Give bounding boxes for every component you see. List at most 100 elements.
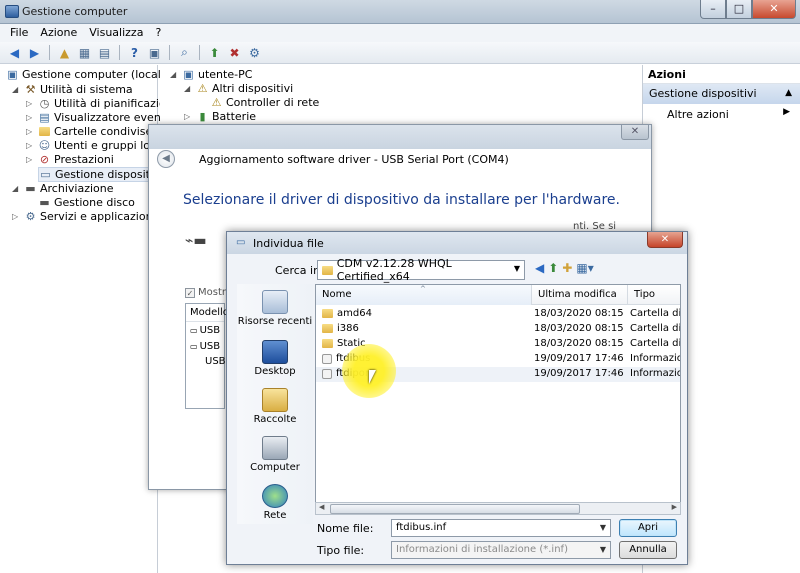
view-icon[interactable]: ▣ [146, 45, 163, 61]
expand-arrow-icon[interactable]: ▷ [26, 127, 35, 136]
console-tree-icon[interactable]: ▦ [76, 45, 93, 61]
dropdown-arrow-icon[interactable]: ▼ [600, 545, 606, 554]
place-libraries[interactable]: Raccolte [237, 388, 313, 425]
disable-icon[interactable]: ⚙ [246, 45, 263, 61]
place-recent[interactable]: Risorse recenti [237, 290, 313, 327]
list-item[interactable]: USB [186, 354, 226, 369]
dropdown-arrow-icon[interactable]: ▼ [514, 264, 520, 273]
battery-icon: ▮ [199, 110, 206, 123]
column-date[interactable]: Ultima modifica [532, 285, 628, 305]
filename-label: Nome file: [317, 522, 374, 535]
menu-help[interactable]: ? [149, 24, 167, 42]
checkbox-checked-icon[interactable]: ✓ [185, 287, 195, 298]
expand-arrow-icon[interactable]: ▷ [26, 113, 35, 122]
expand-arrow-icon[interactable]: ▷ [184, 112, 193, 121]
look-in-dropdown[interactable]: CDM v2.12.28 WHQL Certified_x64 ▼ [317, 257, 525, 283]
scan-hardware-icon[interactable]: ⌕ [176, 45, 193, 61]
uninstall-icon[interactable]: ✖ [226, 45, 243, 61]
help-icon[interactable]: ? [126, 45, 143, 61]
horizontal-scrollbar[interactable]: ◀ ▶ [315, 502, 681, 515]
tree-item-shared-folders[interactable]: ▷ Cartelle condivise [26, 125, 152, 138]
expand-arrow-icon[interactable]: ▷ [12, 212, 21, 221]
file-dialog-close-button[interactable]: ✕ [647, 232, 683, 248]
computer-icon: ▣ [183, 68, 194, 81]
tree-item-scheduler[interactable]: ▷ ◷ Utilità di pianificazione [26, 97, 179, 110]
column-type[interactable]: Tipo [628, 285, 680, 305]
list-item[interactable]: ▭ USB [186, 338, 224, 354]
filetype-label: Tipo file: [317, 544, 365, 557]
tree-item-performance[interactable]: ▷ ⊘ Prestazioni [26, 153, 114, 166]
open-button[interactable]: Apri [619, 519, 677, 537]
minimize-button[interactable]: – [700, 0, 726, 19]
expand-arrow-icon[interactable]: ▷ [26, 99, 35, 108]
menu-file[interactable]: File [4, 24, 34, 42]
file-dialog-titlebar[interactable]: ▭ Individua file [227, 232, 687, 254]
places-bar: Risorse recenti Desktop Raccolte Compute… [237, 284, 313, 524]
place-network[interactable]: Rete [237, 484, 313, 521]
submenu-arrow-icon: ▶ [783, 107, 790, 117]
dropdown-arrow-icon[interactable]: ▼ [600, 523, 606, 532]
maximize-button[interactable]: □ [726, 0, 752, 19]
storage-icon: ▬ [25, 182, 36, 195]
device-tree-other-devices[interactable]: ◢ ⚠ Altri dispositivi [184, 82, 293, 95]
back-arrow-icon[interactable]: ◀ [535, 261, 544, 275]
up-folder-icon[interactable]: ⬆ [548, 261, 558, 275]
device-icon: ▭ [190, 325, 198, 335]
column-name[interactable]: Nome ^ [316, 285, 532, 305]
forward-arrow-icon[interactable]: ▶ [26, 45, 43, 61]
tree-item-root[interactable]: ▣ Gestione computer (locale) [6, 68, 172, 81]
tree-item-storage[interactable]: ◢ ▬ Archiviazione [12, 182, 114, 195]
wizard-title: Aggiornamento software driver - USB Seri… [199, 153, 509, 166]
collapse-arrow-icon[interactable]: ◢ [170, 70, 179, 79]
file-dialog-icon: ▭ [236, 237, 246, 248]
collapse-up-icon[interactable]: ▲ [785, 88, 792, 98]
device-tree-batteries[interactable]: ▷ ▮ Batterie [184, 110, 256, 123]
main-titlebar[interactable]: Gestione computer – □ ✕ [0, 0, 800, 24]
scroll-right-icon[interactable]: ▶ [672, 503, 677, 511]
menu-visualizza[interactable]: Visualizza [83, 24, 149, 42]
folder-icon [322, 339, 333, 348]
scrollbar-thumb[interactable] [330, 504, 580, 514]
wizard-close-button[interactable]: ✕ [621, 125, 649, 140]
tree-item-disk-management[interactable]: ▬ Gestione disco [38, 196, 135, 209]
place-desktop[interactable]: Desktop [237, 340, 313, 377]
table-row[interactable]: amd64 18/03/2020 08:15 Cartella di [316, 307, 680, 322]
model-list[interactable]: Modello ▭ USB ▭ USB USB [185, 303, 229, 409]
filename-combobox[interactable]: ftdibus.inf ▼ [391, 519, 611, 537]
cancel-button[interactable]: Annulla [619, 541, 677, 559]
view-menu-icon[interactable]: ▦▾ [576, 261, 593, 275]
wizard-titlebar[interactable] [149, 125, 651, 149]
device-tree-network-controller[interactable]: ⚠ Controller di rete [210, 96, 320, 109]
actions-selected-section[interactable]: Gestione dispositivi ▲ [643, 84, 800, 104]
expand-arrow-icon[interactable]: ▷ [26, 141, 35, 150]
close-button[interactable]: ✕ [752, 0, 796, 19]
tree-item-system-tools[interactable]: ◢ ⚒ Utilità di sistema [12, 83, 133, 96]
tree-item-device-manager[interactable]: ▭ Gestione dispositivi [38, 167, 164, 182]
new-folder-icon[interactable]: ✚ [562, 261, 572, 275]
place-computer[interactable]: Computer [237, 436, 313, 473]
wizard-back-button[interactable]: ◀ [157, 150, 175, 168]
locate-file-dialog: ▭ Individua file ✕ Cerca in: CDM v2.12.2… [226, 231, 688, 565]
table-row[interactable]: i386 18/03/2020 08:15 Cartella di [316, 322, 680, 337]
menu-azione[interactable]: Azione [34, 24, 83, 42]
up-folder-icon[interactable]: ▲ [56, 45, 73, 61]
expand-arrow-icon[interactable]: ▷ [26, 155, 35, 164]
collapse-arrow-icon[interactable]: ◢ [12, 184, 21, 193]
warning-device-icon: ⚠ [211, 96, 222, 109]
tree-item-services[interactable]: ▷ ⚙ Servizi e applicazioni [12, 210, 156, 223]
scroll-left-icon[interactable]: ◀ [319, 503, 324, 511]
collapse-arrow-icon[interactable]: ◢ [184, 84, 193, 93]
properties-icon[interactable]: ▤ [96, 45, 113, 61]
back-arrow-icon[interactable]: ◀ [6, 45, 23, 61]
collapse-arrow-icon[interactable]: ◢ [12, 85, 21, 94]
file-list-header: Nome ^ Ultima modifica Tipo [316, 285, 680, 305]
tree-item-event-viewer[interactable]: ▷ ▤ Visualizzatore eventi [26, 111, 168, 124]
update-driver-icon[interactable]: ⬆ [206, 45, 223, 61]
device-tree-root[interactable]: ◢ ▣ utente-PC [170, 68, 252, 81]
computer-mgmt-icon: ▣ [7, 68, 18, 81]
action-more-actions[interactable]: Altre azioni ▶ [643, 104, 800, 125]
filetype-select[interactable]: Informazioni di installazione (*.inf) ▼ [391, 541, 611, 559]
list-item[interactable]: ▭ USB [186, 322, 224, 338]
file-list[interactable]: Nome ^ Ultima modifica Tipo amd64 18/03/… [315, 284, 681, 514]
show-compatible-checkbox[interactable]: ✓ Mostr [185, 287, 226, 298]
